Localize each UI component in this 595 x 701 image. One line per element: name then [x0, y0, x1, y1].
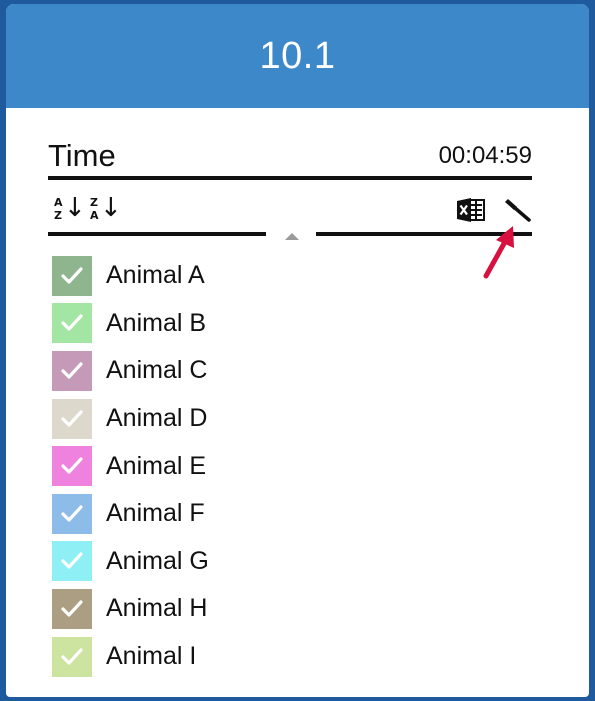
animal-label: Animal E — [106, 451, 207, 480]
animal-label: Animal F — [106, 499, 205, 528]
animal-label: Animal I — [106, 642, 197, 671]
animal-checkbox[interactable] — [52, 255, 92, 296]
sort-asc-bottom-letter: Z — [54, 209, 62, 222]
annotation-arrow — [483, 226, 514, 279]
color-dropper-icon — [505, 199, 531, 222]
list-item[interactable]: Animal G — [52, 538, 352, 586]
animal-checkbox[interactable] — [52, 588, 92, 629]
check-icon — [61, 552, 83, 569]
check-icon — [61, 505, 83, 522]
animal-label: Animal B — [106, 308, 207, 337]
collapse-toggle[interactable] — [285, 233, 299, 240]
divider-top — [48, 176, 532, 180]
divider-bottom-left — [48, 232, 266, 236]
time-value: 00:04:59 — [438, 142, 532, 169]
list-item[interactable]: Animal F — [52, 490, 352, 538]
check-icon — [61, 600, 83, 617]
app-window: 10.1 Time 00:04:59 A Z ↓ Z A ↓ Animal A … — [6, 4, 589, 697]
animal-label: Animal D — [106, 404, 208, 433]
list-item[interactable]: Animal I — [52, 633, 352, 681]
check-icon — [61, 457, 83, 474]
check-icon — [61, 647, 83, 665]
animal-list: Animal A Animal B Animal C Animal D Animal E… — [52, 252, 352, 680]
sort-asc-top-letter: A — [54, 196, 63, 209]
excel-export-icon — [457, 198, 485, 222]
check-icon — [61, 409, 83, 427]
time-row: Time 00:04:59 — [48, 134, 532, 174]
sort-descending-icon: Z A ↓ — [90, 193, 122, 223]
animal-checkbox[interactable] — [52, 636, 92, 677]
list-item[interactable]: Animal E — [52, 442, 352, 490]
check-icon — [61, 267, 83, 284]
animal-checkbox[interactable] — [52, 446, 92, 487]
animal-checkbox[interactable] — [52, 541, 92, 582]
sort-descending-button[interactable]: Z A ↓ — [88, 193, 122, 226]
check-icon — [61, 362, 83, 379]
sort-desc-top-letter: Z — [90, 196, 98, 209]
check-icon — [61, 314, 83, 331]
animal-checkbox[interactable] — [52, 350, 92, 391]
list-item[interactable]: Animal C — [52, 347, 352, 395]
animal-checkbox[interactable] — [52, 493, 92, 534]
list-item[interactable]: Animal B — [52, 300, 352, 348]
sort-desc-bottom-letter: A — [90, 209, 99, 222]
list-item[interactable]: Animal D — [52, 395, 352, 443]
animal-label: Animal C — [106, 356, 208, 385]
list-item[interactable]: Animal H — [52, 585, 352, 633]
animal-label: Animal H — [106, 594, 208, 623]
list-item[interactable]: Animal A — [52, 252, 352, 300]
time-label: Time — [48, 138, 116, 173]
animal-checkbox[interactable] — [52, 303, 92, 344]
sort-ascending-icon: A Z ↓ — [54, 193, 86, 223]
sort-ascending-button[interactable]: A Z ↓ — [52, 193, 86, 226]
page-title: 10.1 — [6, 4, 589, 108]
animal-label: Animal A — [106, 261, 205, 290]
animal-checkbox[interactable] — [52, 398, 92, 439]
animal-label: Animal G — [106, 546, 209, 575]
